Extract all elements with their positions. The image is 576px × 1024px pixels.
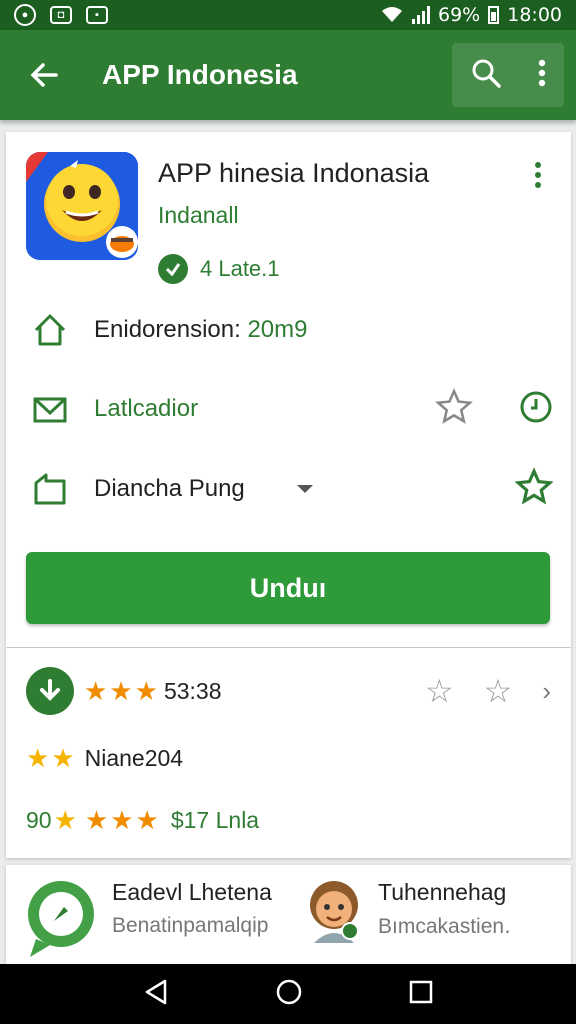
rating-text: Niane204 xyxy=(84,744,184,771)
chevron-right-icon[interactable]: › xyxy=(542,676,551,707)
star-rating: ★ ★ xyxy=(26,745,75,771)
nav-home-icon[interactable] xyxy=(275,978,303,1011)
rating-line: ★ ★ ★ 53:38 ☆ ☆ › xyxy=(26,666,551,716)
page-title: APP Indonesia xyxy=(102,59,298,90)
related-app-subtitle: Bımcakastien․ xyxy=(378,915,512,938)
rating-line: 90 ★ ★ ★ ★ $17 Lnla xyxy=(26,800,551,840)
info-text: Diancha Pung xyxy=(94,475,245,502)
star-rating: ★ ★ ★ xyxy=(84,678,158,704)
related-app-title: Tuhennehag xyxy=(378,879,507,905)
photo-icon: ◘ xyxy=(50,6,72,24)
info-row-location[interactable]: Latlcadior xyxy=(30,384,553,434)
search-icon[interactable] xyxy=(470,57,502,94)
system-nav-bar xyxy=(0,964,576,1024)
star-rating: ★ ★ ★ ★ xyxy=(54,807,159,833)
compass-app-icon xyxy=(26,879,96,957)
rating-label: 4 Late.1 xyxy=(200,256,280,281)
signal-icon xyxy=(412,6,430,24)
app-logo-icon xyxy=(26,152,138,260)
home-icon xyxy=(30,310,70,350)
battery-percent: 69% xyxy=(438,4,481,26)
rating-text: $17 Lnla xyxy=(170,806,260,833)
star-icon: ★ xyxy=(134,676,158,706)
star-icon: ★ xyxy=(53,805,77,835)
status-bar: ● ◘ ▪ 69% 18:00 xyxy=(0,0,576,30)
more-vert-icon[interactable] xyxy=(533,160,543,195)
folder-icon xyxy=(30,469,70,509)
related-apps-card: Eadevl Lhetena Benatinpamalqip Tuhenneha… xyxy=(6,865,571,975)
ratings-card: ★ ★ ★ 53:38 ☆ ☆ › ★ ★ Niane204 90 ★ ★ ★ … xyxy=(6,648,571,858)
message-icon: ▪ xyxy=(86,6,108,24)
related-app-title: Eadevl Lhetena xyxy=(112,879,272,905)
info-text: Latlcadior xyxy=(94,395,199,422)
star-icon: ★ xyxy=(26,743,50,773)
info-row-dropdown[interactable]: Diancha Pung xyxy=(30,464,554,514)
rating-row: 4 Late.1 xyxy=(158,254,280,284)
star-outline-icon[interactable]: ☆ xyxy=(425,672,454,710)
battery-icon xyxy=(488,6,500,24)
wifi-icon xyxy=(382,7,402,22)
more-vert-icon[interactable] xyxy=(537,58,547,93)
clock-icon[interactable] xyxy=(519,390,553,429)
related-app-item[interactable]: Tuhennehag Bımcakastien․ xyxy=(304,879,512,943)
nav-recents-icon[interactable] xyxy=(409,980,433,1009)
app-bar-actions xyxy=(452,43,564,107)
star-icon: ★ xyxy=(84,676,108,706)
whatsapp-icon: ● xyxy=(14,4,36,26)
star-icon: ★ xyxy=(110,805,134,835)
check-badge-icon xyxy=(158,254,188,284)
download-icon[interactable] xyxy=(26,667,74,715)
clock-time: 18:00 xyxy=(507,4,562,26)
chevron-down-icon[interactable] xyxy=(296,485,313,493)
star-outline-icon[interactable] xyxy=(435,387,473,431)
related-app-item[interactable]: Eadevl Lhetena Benatinpamalqip xyxy=(26,879,272,957)
star-icon: ★ xyxy=(51,743,75,773)
info-value: 20m9 xyxy=(247,316,308,343)
avatar-app-icon xyxy=(304,879,364,943)
related-app-subtitle: Benatinpamalqip xyxy=(112,914,269,937)
info-label: Enidorension: xyxy=(94,316,248,343)
app-bar: APP Indonesia xyxy=(0,30,576,120)
star-outline-icon[interactable] xyxy=(514,466,554,511)
info-row-size: Enidorension: 20m9 xyxy=(30,305,553,355)
star-icon: ★ xyxy=(135,805,159,835)
star-icon: ★ xyxy=(109,676,133,706)
star-icon: ★ xyxy=(84,805,109,835)
install-button[interactable]: Unduı xyxy=(26,552,550,624)
info-text: Enidorension: 20m9 xyxy=(94,316,307,344)
app-name: APP hinesia Indonasia xyxy=(158,158,430,188)
rating-line: ★ ★ Niane204 xyxy=(26,738,551,778)
back-arrow-icon[interactable] xyxy=(24,55,64,95)
nav-back-icon[interactable] xyxy=(143,979,169,1010)
mail-icon xyxy=(30,389,70,429)
star-outline-icon[interactable]: ☆ xyxy=(484,672,513,710)
rating-prefix: 90 xyxy=(26,806,52,833)
rating-count: 53:38 xyxy=(163,677,222,704)
app-details-card: APP hinesia Indonasia Indanall 4 Late.1 … xyxy=(6,132,571,647)
developer-name[interactable]: Indanall xyxy=(158,202,239,229)
